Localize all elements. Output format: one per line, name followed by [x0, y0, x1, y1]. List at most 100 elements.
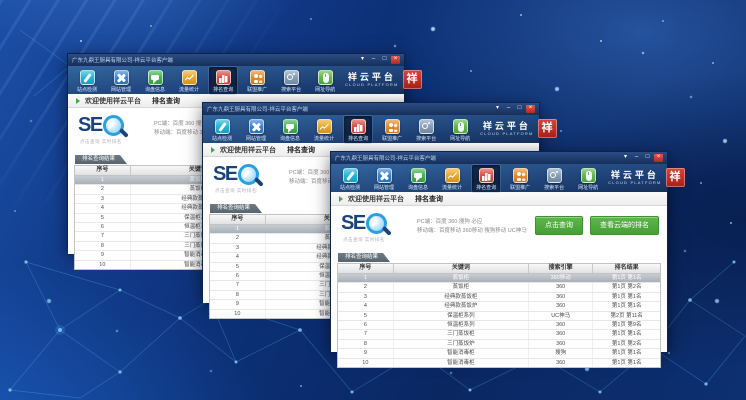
toolbar-item-label: 流量统计: [314, 135, 334, 142]
table-row[interactable]: 1蒸饭柜360移动第1页 第1名: [338, 274, 660, 283]
toolbar-item-search-platform[interactable]: 搜索平台: [277, 67, 305, 94]
table-cell: 第1页 第9名: [592, 321, 660, 329]
table-cell: 10: [75, 261, 130, 269]
toolbar-item-inquiry-info[interactable]: 询盘信息: [404, 165, 432, 192]
table-cell: 7: [75, 232, 130, 240]
toolbar-item-label: 联盟推广: [510, 184, 530, 191]
close-icon[interactable]: ×: [654, 154, 663, 162]
seo-logo-text: SE: [213, 163, 237, 185]
close-icon[interactable]: ×: [526, 105, 535, 113]
table-row[interactable]: 9智能消毒柜搜狗第1页 第1名: [338, 349, 660, 358]
query-button[interactable]: 点击查询: [535, 216, 583, 235]
table-cell: 9: [338, 349, 393, 357]
window-titlebar[interactable]: 广东九鼎王厨具有限公司-祥云平台客户端 ▾ – □ ×: [203, 103, 539, 115]
menu-arrow-icon[interactable]: ▾: [358, 56, 367, 64]
barchart-icon: [216, 70, 231, 85]
toolbar-item-site-manage[interactable]: 网站管理: [242, 116, 270, 143]
toolbar-item-search-platform[interactable]: 搜索平台: [412, 116, 440, 143]
engine-info-mobile: 移动端：百度移动 360移动 搜狗移动 UC神马: [417, 227, 527, 236]
toolbar-items: 站点检测 网站管理询盘信息 流量统计 排名查询联盟推广 搜索平台网址导航: [208, 116, 474, 143]
table-row[interactable]: 10智能消毒柜360第1页 第1名: [338, 359, 660, 367]
toolbar-item-traffic-stats[interactable]: 流量统计: [438, 165, 466, 192]
toolbar-item-search-platform[interactable]: 搜索平台: [540, 165, 568, 192]
welcome-text: 欢迎使用祥云平台: [348, 194, 404, 204]
toolbar-item-alliance-promo[interactable]: 联盟推广: [506, 165, 534, 192]
toolbar-item-site-nav[interactable]: 网址导航: [574, 165, 602, 192]
table-row[interactable]: 6恒温柜系列360第1页 第9名: [338, 321, 660, 330]
seo-logo-text: SE: [78, 114, 102, 136]
toolbar-item-rank-query[interactable]: 排名查询: [209, 67, 237, 94]
section-title: 排名查询: [415, 194, 443, 204]
brand-text: 祥云平台 CLOUD PLATFORM: [345, 72, 398, 87]
table-cell: 360: [528, 321, 592, 329]
toolbar-item-alliance-promo[interactable]: 联盟推广: [378, 116, 406, 143]
toolbar-item-label: 站点检测: [212, 135, 232, 142]
toolbar-item-site-manage[interactable]: 网站管理: [370, 165, 398, 192]
toolbar-item-label: 网址导航: [578, 184, 598, 191]
table-cell: 8: [338, 340, 393, 348]
toolbar-item-label: 联盟推广: [382, 135, 402, 142]
window-titlebar[interactable]: 广东九鼎王厨具有限公司-祥云平台客户端 ▾ – □ ×: [331, 152, 667, 164]
brand-subtitle: CLOUD PLATFORM: [480, 131, 533, 136]
toolbar-item-site-nav[interactable]: 网址导航: [311, 67, 339, 94]
table-row[interactable]: 3经典款蒸饭柜360第1页 第1名: [338, 293, 660, 302]
column-header: 序号: [338, 264, 393, 273]
toolbar-item-site-manage[interactable]: 网站管理: [107, 67, 135, 94]
table-cell: 第1页 第1名: [592, 349, 660, 357]
table-cell: 第1页 第1名: [592, 330, 660, 338]
table-row[interactable]: 8三门蒸饭炉360第1页 第2名: [338, 340, 660, 349]
minimize-icon[interactable]: –: [369, 56, 378, 64]
tab-rank-results[interactable]: 排名查询结果: [75, 155, 127, 164]
column-header: 排名结果: [592, 264, 660, 273]
toolbar-item-label: 联盟推广: [247, 86, 267, 93]
table-cell: 保温柜系列: [393, 312, 528, 320]
menu-arrow-icon[interactable]: ▾: [621, 154, 630, 162]
table-row[interactable]: 7三门蒸饭柜360第1页 第1名: [338, 330, 660, 339]
toolbar-item-traffic-stats[interactable]: 流量统计: [310, 116, 338, 143]
restore-icon[interactable]: □: [380, 56, 389, 64]
pencil-icon: [215, 119, 230, 134]
menu-arrow-icon[interactable]: ▾: [493, 105, 502, 113]
table-row[interactable]: 4经典款蒸饭炉360第1页 第1名: [338, 302, 660, 311]
table-row[interactable]: 5保温柜系列UC神马第2页 第11名: [338, 312, 660, 321]
table-cell: 蒸饭柜: [393, 283, 528, 291]
table-cell: 5: [75, 214, 130, 222]
table-cell: 8: [210, 291, 265, 299]
toolbar-item-inquiry-info[interactable]: 询盘信息: [141, 67, 169, 94]
seo-logo: SE: [341, 212, 387, 234]
toolbar-item-alliance-promo[interactable]: 联盟推广: [243, 67, 271, 94]
table-cell: 10: [210, 310, 265, 318]
toolbar-item-label: 站点检测: [77, 86, 97, 93]
table-cell: 360: [528, 330, 592, 338]
toolbar-item-label: 站点检测: [340, 184, 360, 191]
toolbar-item-label: 搜索平台: [281, 86, 301, 93]
restore-icon[interactable]: □: [515, 105, 524, 113]
signal-icon: [419, 119, 434, 134]
close-icon[interactable]: ×: [391, 56, 400, 64]
table-row[interactable]: 2蒸饭柜360第1页 第2名: [338, 283, 660, 292]
toolbar-item-site-check[interactable]: 站点检测: [336, 165, 364, 192]
toolbar-item-label: 流量统计: [179, 86, 199, 93]
table-cell: 6: [210, 272, 265, 280]
table-cell: 搜狗: [528, 349, 592, 357]
table-cell: 经典款蒸饭炉: [393, 302, 528, 310]
toolbar-item-inquiry-info[interactable]: 询盘信息: [276, 116, 304, 143]
seo-tagline: 点击查询 实时排名: [80, 139, 122, 145]
minimize-icon[interactable]: –: [504, 105, 513, 113]
toolbar-item-traffic-stats[interactable]: 流量统计: [175, 67, 203, 94]
toolbar-item-rank-query[interactable]: 排名查询: [344, 116, 372, 143]
toolbar-item-rank-query[interactable]: 排名查询: [472, 165, 500, 192]
toolbar-item-site-check[interactable]: 站点检测: [208, 116, 236, 143]
tab-rank-results[interactable]: 排名查询结果: [338, 253, 390, 262]
desktop-background: 广东九鼎王厨具有限公司-祥云平台客户端 ▾ – □ × 站点检测网站管理询盘信息…: [0, 0, 746, 400]
table-cell: 蒸饭柜: [393, 274, 528, 282]
window-titlebar[interactable]: 广东九鼎王厨具有限公司-祥云平台客户端 ▾ – □ ×: [68, 54, 404, 66]
toolbar-item-site-check[interactable]: 站点检测: [73, 67, 101, 94]
view-cloud-rank-button[interactable]: 查看云端的排名: [590, 216, 659, 235]
toolbar-item-site-nav[interactable]: 网址导航: [446, 116, 474, 143]
tab-rank-results[interactable]: 排名查询结果: [210, 204, 262, 213]
restore-icon[interactable]: □: [643, 154, 652, 162]
toolbar-item-label: 询盘信息: [280, 135, 300, 142]
table-cell: 智能消毒柜: [393, 349, 528, 357]
minimize-icon[interactable]: –: [632, 154, 641, 162]
